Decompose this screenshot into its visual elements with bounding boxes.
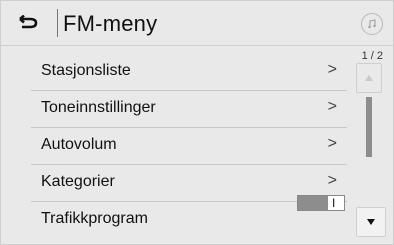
trafikkprogram-toggle[interactable]: I — [297, 195, 345, 211]
page-indicator: 1 / 2 — [361, 50, 383, 62]
chevron-right-icon: > — [327, 98, 337, 115]
menu-item-toneinnstillinger[interactable]: Toneinnstillinger > — [31, 90, 347, 128]
menu-item-label: Trafikkprogram — [41, 210, 148, 227]
back-arrow-icon — [19, 15, 38, 29]
chevron-right-icon: > — [327, 61, 337, 78]
fm-menu-screen: FM-meny 1 / 2 Stasjonsliste > Toneinnsti… — [0, 0, 394, 245]
scroll-thumb[interactable] — [366, 97, 372, 157]
menu-list: Stasjonsliste > Toneinnstillinger > Auto… — [1, 47, 356, 242]
page-title: FM-meny — [63, 11, 158, 36]
chevron-right-icon: > — [327, 135, 337, 152]
scrollbar[interactable] — [366, 97, 372, 207]
menu-item-label: Stasjonsliste — [41, 62, 131, 79]
menu-item-label: Autovolum — [41, 136, 117, 153]
menu-item-autovolum[interactable]: Autovolum > — [31, 127, 347, 165]
menu-item-stasjonsliste[interactable]: Stasjonsliste > — [31, 53, 347, 91]
header-bar: FM-meny — [1, 1, 393, 46]
arrow-up-icon — [365, 75, 373, 81]
toggle-on-label: I — [332, 196, 336, 210]
menu-item-label: Kategorier — [41, 173, 115, 190]
music-note-icon-glyph — [368, 19, 376, 29]
arrow-down-icon — [367, 219, 375, 225]
back-button[interactable] — [5, 11, 53, 35]
menu-item-label: Toneinnstillinger — [41, 99, 156, 116]
music-note-icon[interactable] — [361, 13, 383, 35]
scroll-up-button[interactable] — [356, 63, 382, 93]
chevron-right-icon: > — [327, 172, 337, 189]
header-divider — [57, 9, 58, 37]
toggle-track — [298, 196, 328, 210]
scroll-down-button[interactable] — [356, 207, 386, 237]
